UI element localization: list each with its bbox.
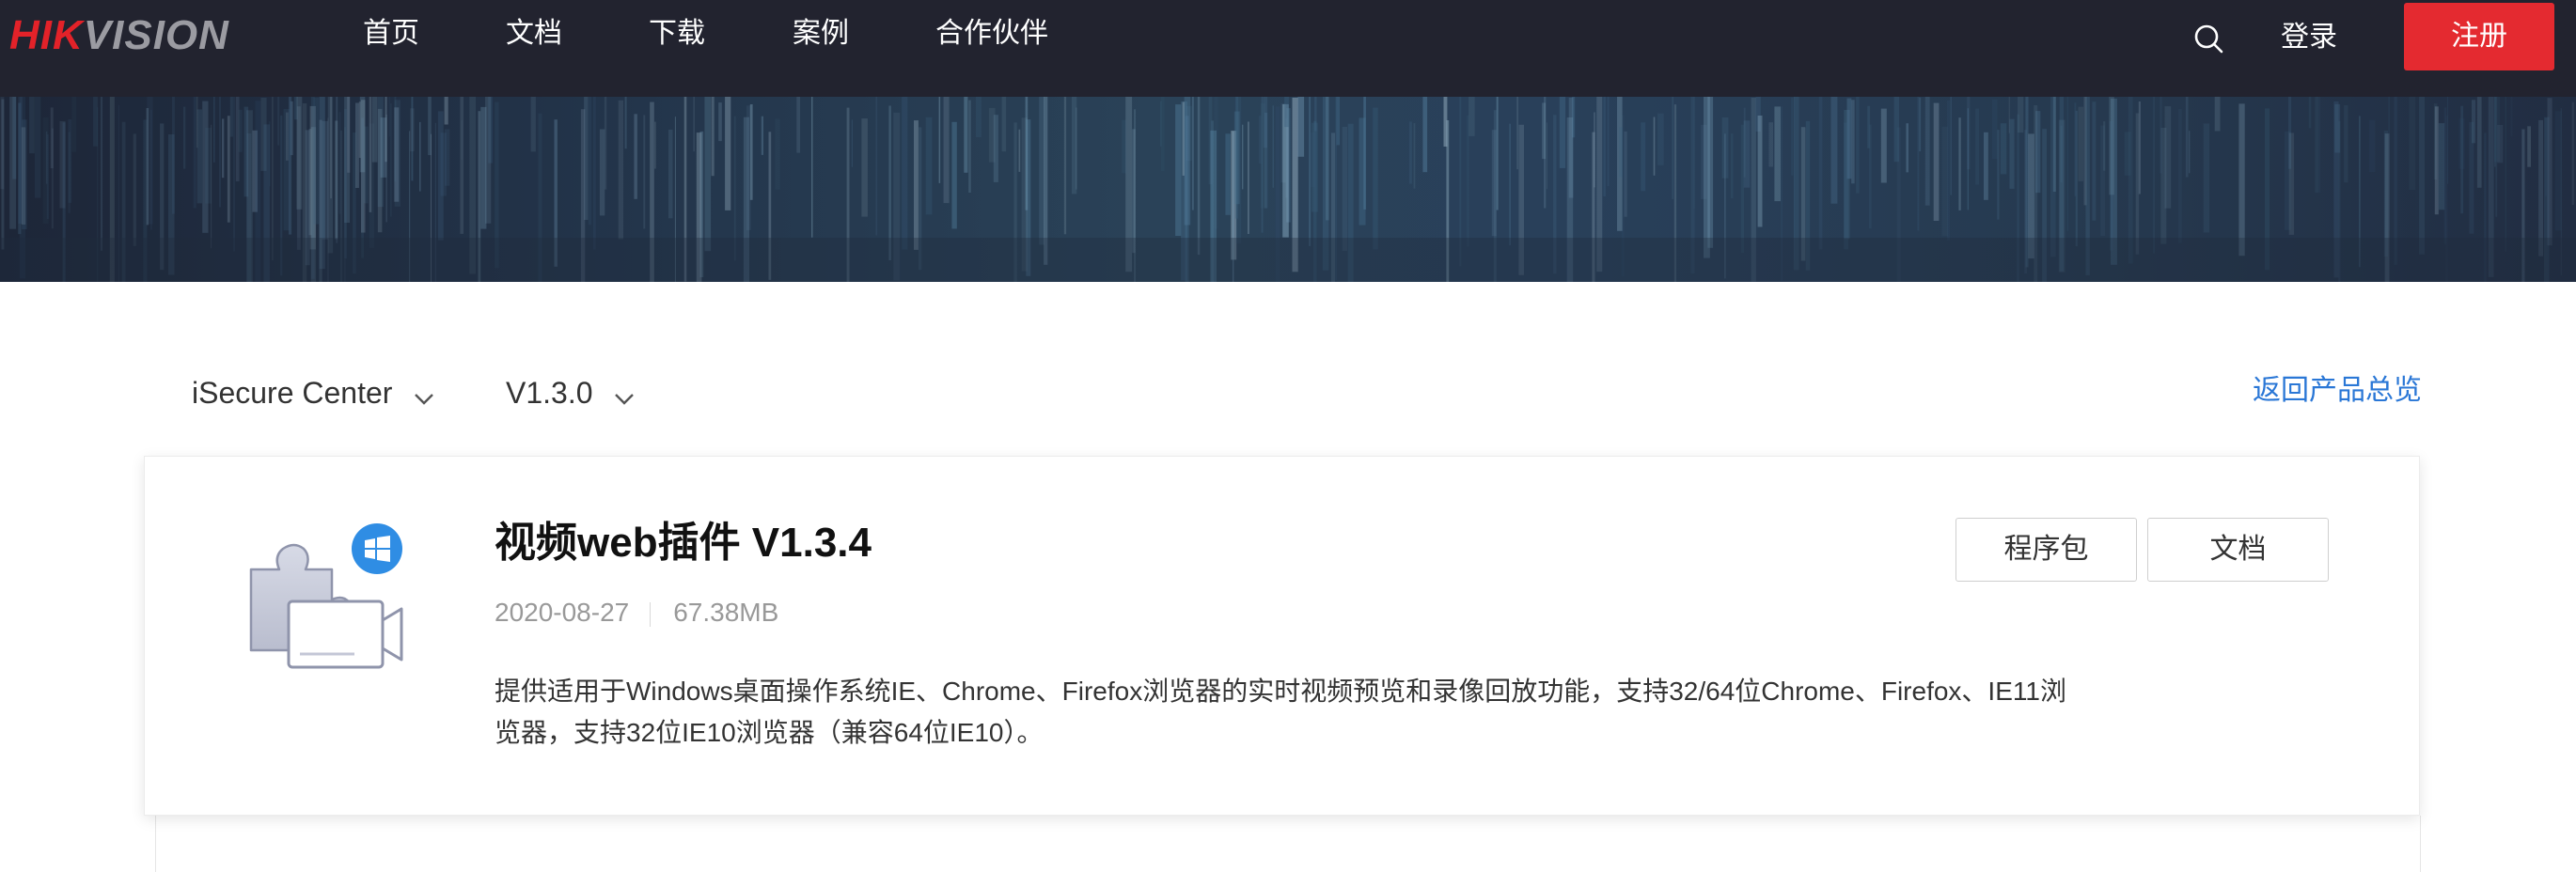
logo-hik-text: HIK [9,12,84,58]
download-package-button[interactable]: 程序包 [1956,518,2137,582]
version-select-value: V1.3.0 [506,376,593,410]
register-button[interactable]: 注册 [2404,3,2554,70]
logo-vision-text: VISION [83,12,229,58]
product-select-value: iSecure Center [192,376,393,410]
nav-item-cases[interactable]: 案例 [793,15,849,53]
hikvision-logo[interactable]: HIKVISION [9,15,229,56]
login-link[interactable]: 登录 [2281,19,2337,56]
product-select[interactable]: iSecure Center [192,374,434,414]
video-plugin-windows-icon [242,515,411,675]
meta-divider [650,601,652,627]
product-card: 视频web插件 V1.3.4 2020-08-27 67.38MB 提供适用于Wi… [144,456,2420,816]
product-description: 提供适用于Windows桌面操作系统IE、Chrome、Firefox浏览器的实… [495,677,2066,747]
next-card-edge [155,816,2421,872]
top-navbar: HIKVISION 首页 文档 下载 案例 合作伙伴 登录 注册 [0,0,2576,97]
nav-item-docs[interactable]: 文档 [506,15,562,53]
search-icon[interactable] [2191,21,2228,58]
nav-item-home[interactable]: 首页 [363,15,419,53]
nav-item-partners[interactable]: 合作伙伴 [935,15,1048,53]
product-title: 视频web插件 V1.3.4 [495,520,872,566]
hero-banner [0,97,2576,282]
view-docs-button[interactable]: 文档 [2147,518,2329,582]
release-date: 2020-08-27 [495,598,630,627]
file-size: 67.38MB [673,598,779,627]
nav-item-downloads[interactable]: 下载 [649,15,705,53]
banner-artwork [0,97,2576,282]
product-meta: 2020-08-27 67.38MB [495,596,778,630]
chevron-down-icon [414,377,434,414]
back-to-overview-link[interactable]: 返回产品总览 [2253,372,2422,410]
version-select[interactable]: V1.3.0 [506,374,635,414]
chevron-down-icon [614,377,635,414]
